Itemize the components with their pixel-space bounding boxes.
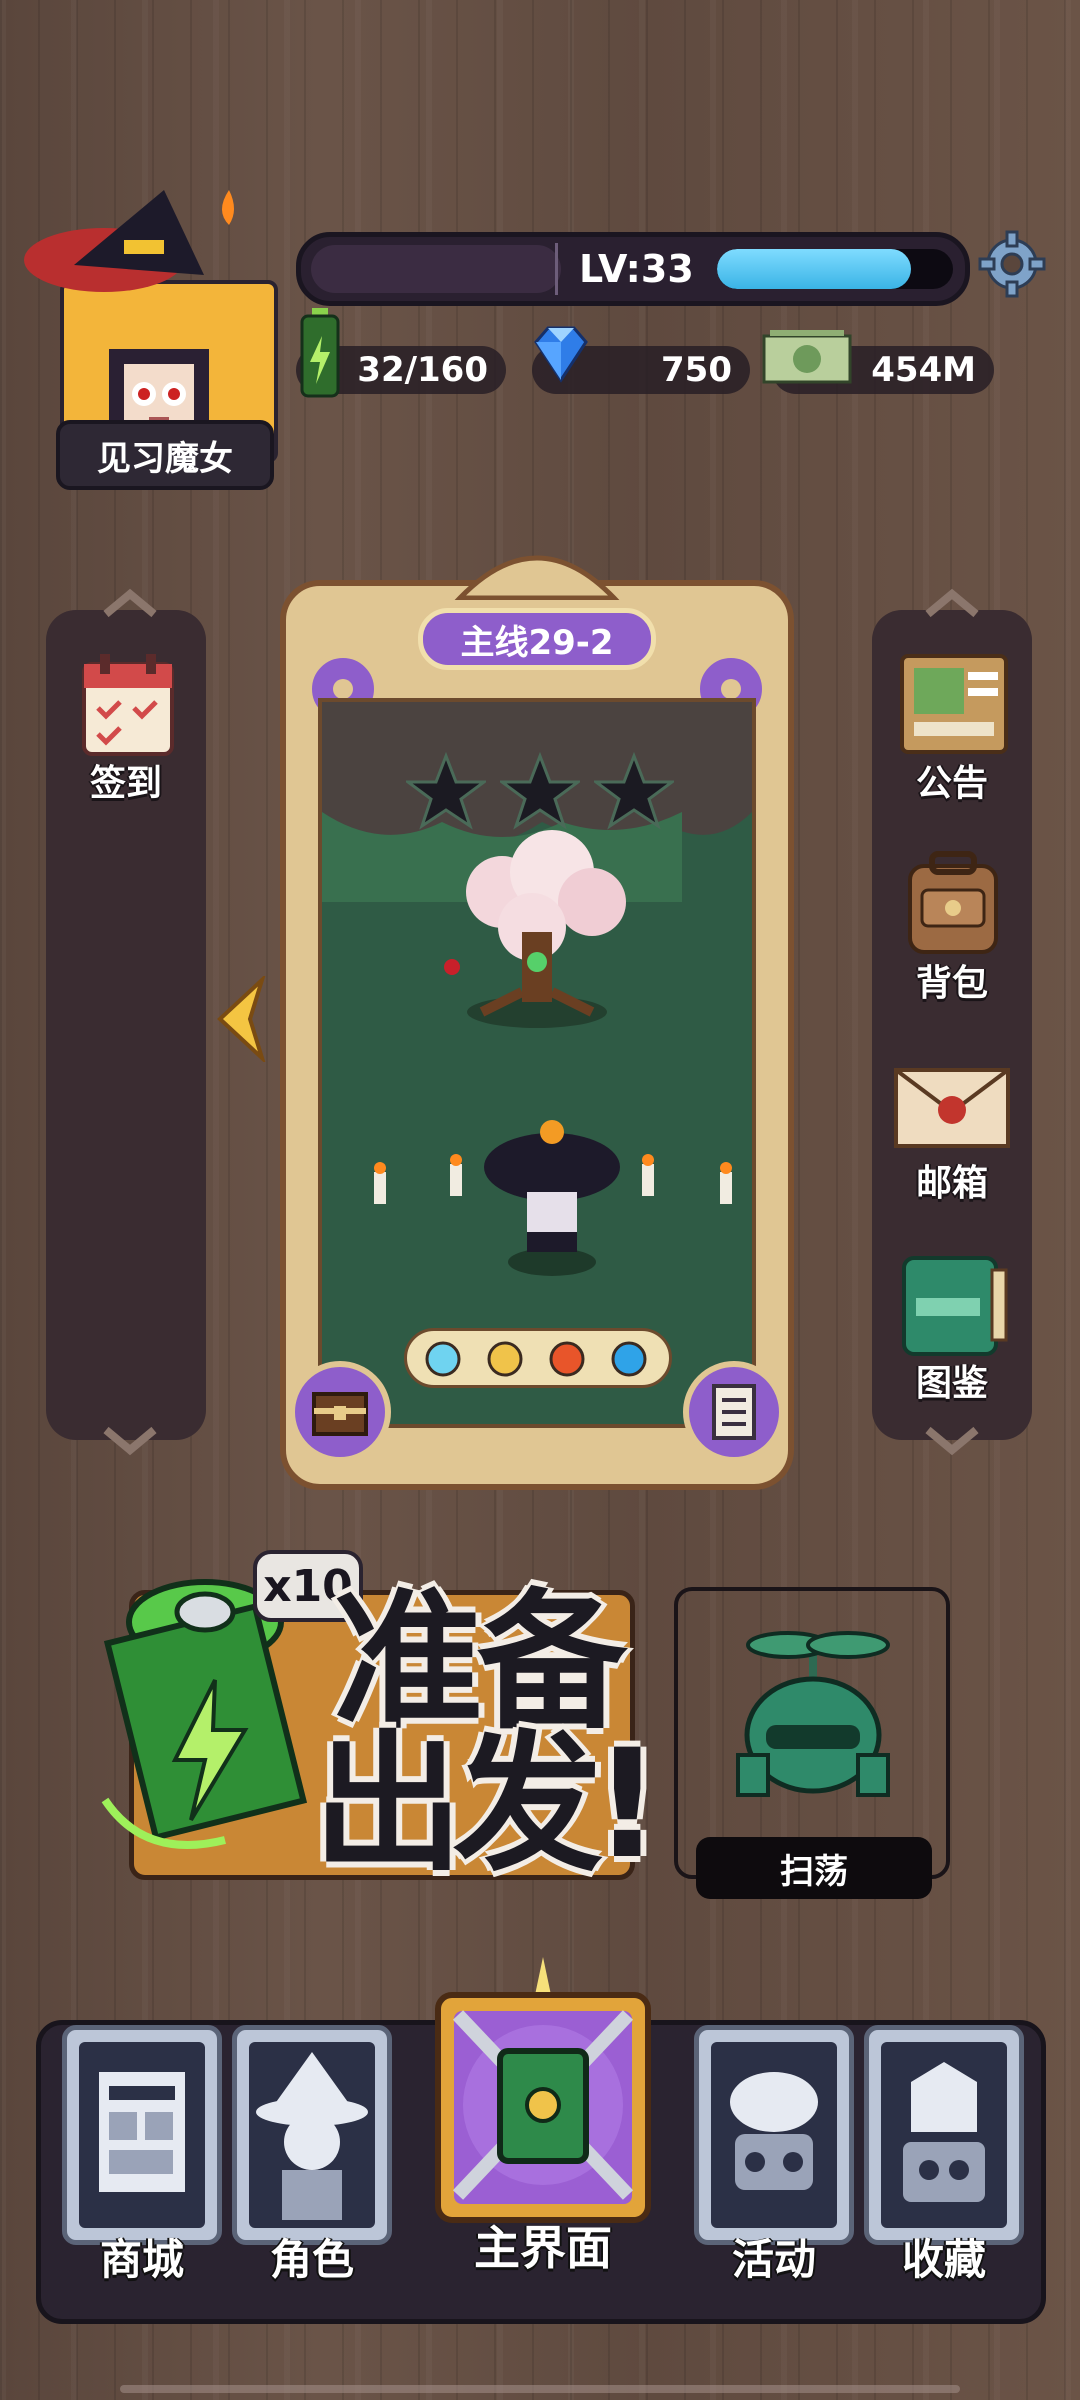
tab-label: 主界面 (474, 2221, 612, 2275)
sidebar-item-label: 签到 (89, 763, 162, 804)
tab-label: 商城 (99, 2235, 184, 2284)
tab-label: 角色 (269, 2235, 354, 2284)
ice-icon (425, 1341, 461, 1377)
calendar-icon (82, 654, 174, 756)
fire-icon (549, 1341, 585, 1377)
event-icon (730, 2072, 818, 2190)
notice-board-icon (900, 654, 1008, 754)
water-icon (611, 1341, 647, 1377)
divider (555, 243, 558, 295)
sidebar-item-label: 背包 (915, 963, 988, 1004)
player-avatar[interactable]: 见习魔女 (18, 190, 278, 490)
scroll-up-arrow-icon[interactable] (922, 588, 982, 618)
sidebar-item-mailbox[interactable]: 邮箱 (872, 1050, 1032, 1210)
sidebar-item-label: 邮箱 (915, 1163, 988, 1204)
sweep-label: 扫荡 (696, 1837, 932, 1899)
mail-icon (894, 1068, 1010, 1148)
level-bar: LV:33 (296, 232, 970, 306)
tab-card (62, 2025, 222, 2245)
diamond-icon (534, 326, 588, 383)
sidebar-item-label: 图鉴 (915, 1363, 988, 1404)
treasure-chest-icon[interactable] (288, 1360, 392, 1464)
sweep-robot-icon (736, 1631, 890, 1797)
element-weakness-bar (404, 1328, 672, 1388)
sidebar-item-signin[interactable]: 签到 (46, 650, 206, 810)
witch-hat-icon (24, 190, 234, 292)
player-title: 见习魔女 (56, 420, 274, 490)
money-icon (762, 330, 852, 384)
tab-label: 活动 (731, 2235, 816, 2284)
character-icon (256, 2052, 368, 2220)
scroll-down-arrow-icon[interactable] (100, 1426, 160, 1456)
cash-value: 454M (871, 350, 976, 390)
gear-icon (487, 1341, 523, 1377)
shop-icon (99, 2072, 185, 2192)
sweep-button[interactable]: 扫荡 (672, 1585, 954, 1905)
go-text-line1: 准备 (333, 1576, 627, 1750)
collection-icon (903, 2062, 985, 2202)
tab-label: 收藏 (901, 2235, 986, 2284)
tab-card (694, 2025, 854, 2245)
energy-value: 32/160 (357, 350, 488, 390)
frame-crest-icon (454, 555, 620, 600)
settings-gear-icon[interactable] (976, 228, 1048, 300)
stage-stars (406, 752, 676, 832)
tab-card (232, 2025, 392, 2245)
backpack-icon (908, 851, 998, 954)
spellbook-icon (435, 1957, 651, 2223)
sidebar-item-backpack[interactable]: 背包 (872, 850, 1032, 1010)
star-icon (406, 752, 486, 830)
tab-events[interactable]: 活动 (694, 2025, 854, 2295)
book-icon (902, 1256, 1008, 1356)
start-battle-button[interactable]: x10 准备 出发! (95, 1550, 661, 1900)
tab-character[interactable]: 角色 (232, 2025, 392, 2295)
xp-fill (717, 249, 911, 289)
level-text: LV:33 (579, 247, 694, 291)
stage-details-icon[interactable] (682, 1360, 786, 1464)
scroll-down-arrow-icon[interactable] (922, 1426, 982, 1456)
name-slot (311, 245, 561, 293)
stage-scene (318, 698, 756, 1428)
sidebar-item-label: 公告 (915, 763, 988, 804)
tab-shop[interactable]: 商城 (62, 2025, 222, 2295)
scroll-up-arrow-icon[interactable] (100, 588, 160, 618)
star-icon (500, 752, 580, 830)
xp-track (717, 249, 953, 289)
tab-home[interactable]: 主界面 (418, 1955, 668, 2295)
tab-card (864, 2025, 1024, 2245)
gem-value: 750 (661, 350, 732, 390)
sidebar-item-collection-book[interactable]: 图鉴 (872, 1250, 1032, 1410)
sidebar-item-notice[interactable]: 公告 (872, 650, 1032, 810)
tab-collection[interactable]: 收藏 (864, 2025, 1024, 2295)
previous-stage-arrow-icon[interactable] (212, 976, 272, 1062)
home-indicator (120, 2385, 960, 2393)
stage-card[interactable]: 主线29-2 (280, 555, 794, 1490)
go-text-line2: 出发! (313, 1718, 661, 1892)
battery-icon (300, 308, 340, 398)
stage-name: 主线29-2 (418, 608, 656, 670)
star-icon (594, 752, 674, 830)
